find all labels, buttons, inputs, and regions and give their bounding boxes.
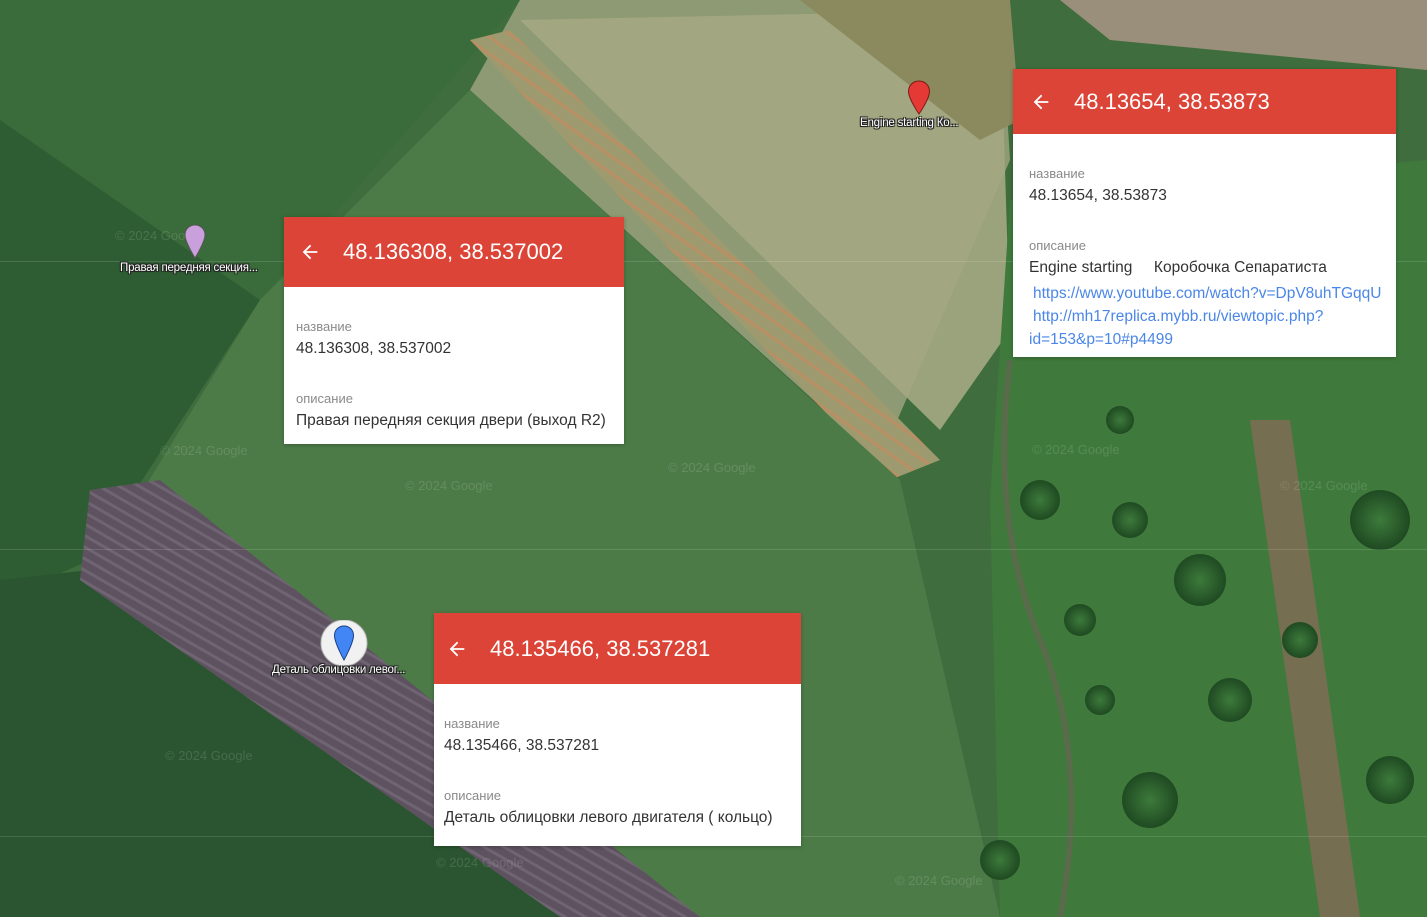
description-label: описание: [1029, 238, 1086, 253]
description-label: описание: [444, 788, 501, 803]
forum-link-continued[interactable]: id=153&p=10#p4499: [1029, 331, 1173, 348]
info-card-right-front-door: 48.136308, 38.537002 название 48.136308,…: [284, 217, 624, 444]
forum-link[interactable]: http://mh17replica.mybb.ru/viewtopic.php…: [1033, 308, 1323, 325]
name-label: название: [296, 319, 352, 334]
marker-label: Engine starting Ко...: [860, 117, 959, 129]
map-pin-icon: [907, 80, 931, 115]
tile-seam: [0, 549, 1427, 550]
back-arrow-icon[interactable]: [299, 241, 321, 263]
description-value: Правая передняя секция двери (выход R2): [296, 412, 606, 429]
card-header: 48.135466, 38.537281: [434, 613, 801, 684]
name-value: 48.136308, 38.537002: [296, 340, 452, 357]
map-pin-icon: [184, 224, 206, 259]
description-value: Деталь облицовки левого двигателя ( коль…: [444, 809, 773, 826]
back-arrow-icon[interactable]: [1030, 91, 1052, 113]
back-arrow-icon[interactable]: [446, 638, 468, 660]
youtube-link[interactable]: https://www.youtube.com/watch?v=DpV8uhTG…: [1033, 285, 1382, 302]
card-header: 48.136308, 38.537002: [284, 217, 624, 287]
card-title: 48.13654, 38.53873: [1074, 88, 1270, 114]
map-pin-icon: [320, 619, 368, 667]
info-card-engine-cowling: 48.135466, 38.537281 название 48.135466,…: [434, 613, 801, 846]
description-label: описание: [296, 391, 353, 406]
description-links: https://www.youtube.com/watch?v=DpV8uhTG…: [1029, 282, 1384, 351]
description-value: Engine starting Коробочка Сепаратиста: [1029, 259, 1327, 276]
card-body: название 48.135466, 38.537281 описание Д…: [434, 684, 801, 827]
marker-engine-starting[interactable]: [907, 80, 931, 121]
name-label: название: [1029, 166, 1085, 181]
card-body: название 48.136308, 38.537002 описание П…: [284, 287, 624, 430]
card-body: название 48.13654, 38.53873 описание Eng…: [1013, 134, 1396, 351]
name-label: название: [444, 716, 500, 731]
marker-label: Деталь облицовки левог...: [272, 664, 406, 676]
marker-label: Правая передняя секция...: [120, 262, 258, 274]
card-title: 48.136308, 38.537002: [343, 239, 564, 264]
name-value: 48.13654, 38.53873: [1029, 187, 1167, 204]
marker-right-front-door[interactable]: [184, 224, 206, 265]
card-title: 48.135466, 38.537281: [490, 635, 711, 661]
name-value: 48.135466, 38.537281: [444, 737, 600, 754]
card-header: 48.13654, 38.53873: [1013, 69, 1396, 134]
info-card-engine-starting: 48.13654, 38.53873 название 48.13654, 38…: [1013, 69, 1396, 357]
